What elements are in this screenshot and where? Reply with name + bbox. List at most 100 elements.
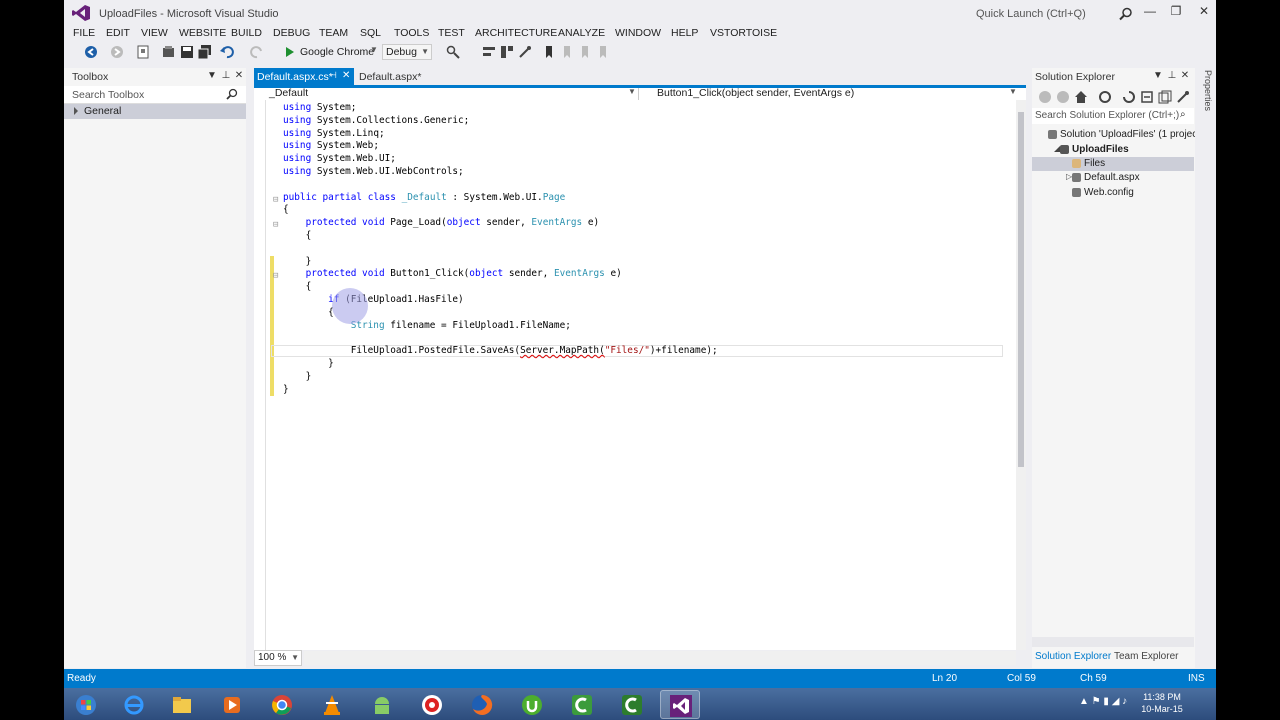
home-icon[interactable] xyxy=(1074,90,1088,104)
find-in-files-icon[interactable] xyxy=(446,45,460,59)
properties-side-tab[interactable]: Properties xyxy=(1203,70,1213,111)
maximize-button[interactable]: ❐ xyxy=(1162,4,1190,20)
menu-build[interactable]: BUILD xyxy=(231,27,262,39)
taskbar-media-player[interactable] xyxy=(212,690,252,719)
collapse-icon[interactable]: ⊟ xyxy=(273,271,278,281)
taskbar-recorder[interactable] xyxy=(412,690,452,719)
tree-item[interactable]: ▷ Default.aspx xyxy=(1032,171,1194,185)
undo-icon[interactable] xyxy=(220,45,234,59)
tree-item[interactable]: ◢ UploadFiles xyxy=(1032,143,1194,157)
code-editor[interactable]: ⊟ ⊟ ⊟ using System; using System.Collect… xyxy=(254,100,1019,650)
prev-bookmark-icon[interactable] xyxy=(560,45,574,59)
taskbar-clock[interactable]: 11:38 PM 10-Mar-15 xyxy=(1134,691,1190,715)
taskbar-vlc[interactable] xyxy=(312,690,352,719)
start-button[interactable] xyxy=(66,690,106,719)
collapse-icon[interactable]: ⊟ xyxy=(273,195,278,205)
menu-help[interactable]: HELP xyxy=(671,27,698,39)
quick-launch-input[interactable]: Quick Launch (Ctrl+Q) xyxy=(969,3,1139,23)
right-letterbox xyxy=(1216,0,1280,720)
menu-vstortoise[interactable]: VSTORTOISE xyxy=(710,27,777,39)
tree-item[interactable]: Web.config xyxy=(1032,186,1194,200)
collapse-all-icon[interactable] xyxy=(1140,90,1154,104)
sync-icon[interactable] xyxy=(1098,90,1112,104)
layout-icon[interactable] xyxy=(500,45,514,59)
horizontal-scrollbar[interactable] xyxy=(304,651,1016,665)
zoom-select[interactable]: 100 % ▼ xyxy=(254,650,302,666)
clear-bookmarks-icon[interactable] xyxy=(596,45,610,59)
close-tab-icon[interactable]: ✕ xyxy=(342,70,350,81)
member-dropdown[interactable]: Button1_Click(object sender, EventArgs e… xyxy=(657,87,854,99)
status-insert-mode: INS xyxy=(1188,673,1205,684)
save-icon[interactable] xyxy=(180,45,194,59)
menu-sql[interactable]: SQL xyxy=(360,27,381,39)
tab-team-explorer[interactable]: Team Explorer xyxy=(1114,651,1178,662)
align-icon[interactable] xyxy=(482,45,496,59)
toolbox-group-general[interactable]: General xyxy=(64,104,246,119)
taskbar-camtasia[interactable] xyxy=(562,690,602,719)
solution-configuration-select[interactable]: Debug ▼ xyxy=(382,44,432,60)
forward-icon[interactable] xyxy=(1056,90,1070,104)
system-tray-icons[interactable]: ▲ ⚑ ▮ ◢ ♪ xyxy=(1079,696,1127,707)
close-icon[interactable]: ✕ xyxy=(1179,70,1191,81)
code-text[interactable]: using System; using System.Collections.G… xyxy=(283,102,718,396)
utorrent-icon xyxy=(522,695,542,715)
back-icon[interactable] xyxy=(84,45,98,59)
close-icon[interactable]: ✕ xyxy=(233,70,245,81)
class-dropdown[interactable]: _Default ▼ xyxy=(254,87,639,100)
start-debugging-button[interactable]: Google Chrome ▼ xyxy=(284,45,378,60)
new-project-icon[interactable] xyxy=(136,45,150,59)
tab-default-aspx[interactable]: Default.aspx* xyxy=(354,68,434,85)
tab-label: Default.aspx.cs* xyxy=(257,71,333,83)
pin-icon[interactable]: ⊥ xyxy=(220,70,232,81)
dropdown-icon[interactable]: ▼ xyxy=(1152,70,1164,81)
taskbar-chrome[interactable] xyxy=(262,690,302,719)
menu-view[interactable]: VIEW xyxy=(141,27,168,39)
menu-tools[interactable]: TOOLS xyxy=(394,27,429,39)
tools-icon[interactable] xyxy=(518,45,532,59)
show-all-files-icon[interactable] xyxy=(1158,90,1172,104)
tree-item[interactable]: Solution 'UploadFiles' (1 project) xyxy=(1032,128,1203,142)
taskbar-android[interactable] xyxy=(362,690,402,719)
menu-test[interactable]: TEST xyxy=(438,27,465,39)
toolbox-search-input[interactable]: Search Toolbox xyxy=(64,86,246,104)
menu-file[interactable]: FILE xyxy=(73,27,95,39)
collapse-icon[interactable]: ⊟ xyxy=(273,220,278,230)
taskbar-utorrent[interactable] xyxy=(512,690,552,719)
taskbar-internet-explorer[interactable] xyxy=(114,690,154,719)
taskbar-file-explorer[interactable] xyxy=(162,690,202,719)
minimize-button[interactable]: — xyxy=(1136,4,1164,20)
menu-architecture[interactable]: ARCHITECTURE xyxy=(475,27,557,39)
forward-icon[interactable] xyxy=(110,45,124,59)
tree-item[interactable]: Files xyxy=(1032,157,1194,171)
scrollbar-thumb[interactable] xyxy=(1018,112,1024,467)
menu-window[interactable]: WINDOW xyxy=(615,27,661,39)
horizontal-scrollbar[interactable] xyxy=(1032,637,1194,647)
pin-icon[interactable]: ⊥ xyxy=(1166,70,1178,81)
windows-start-icon xyxy=(76,695,96,715)
menu-debug[interactable]: DEBUG xyxy=(273,27,310,39)
solution-explorer-search-input[interactable]: Search Solution Explorer (Ctrl+;) ⌕ xyxy=(1032,108,1194,124)
tab-default-aspx-cs[interactable]: Default.aspx.cs* ⊣ ✕ xyxy=(254,68,354,85)
back-icon[interactable] xyxy=(1038,90,1052,104)
save-all-icon[interactable] xyxy=(198,45,212,59)
taskbar-camtasia-recorder[interactable] xyxy=(612,690,652,719)
menu-analyze[interactable]: ANALYZE xyxy=(558,27,605,39)
menu-edit[interactable]: EDIT xyxy=(106,27,130,39)
refresh-icon[interactable] xyxy=(1122,90,1136,104)
taskbar-visual-studio[interactable] xyxy=(660,690,700,719)
vertical-scrollbar[interactable] xyxy=(1016,100,1026,650)
menu-team[interactable]: TEAM xyxy=(319,27,348,39)
bookmark-icon[interactable] xyxy=(542,45,556,59)
taskbar-firefox[interactable] xyxy=(462,690,502,719)
open-file-icon[interactable] xyxy=(162,45,176,59)
menu-website[interactable]: WEBSITE xyxy=(179,27,226,39)
properties-icon[interactable] xyxy=(1176,90,1190,104)
toolbox-search-placeholder: Search Toolbox xyxy=(72,89,145,101)
close-window-button[interactable]: ✕ xyxy=(1190,4,1216,20)
dropdown-icon[interactable]: ▼ xyxy=(206,70,218,81)
tab-solution-explorer[interactable]: Solution Explorer xyxy=(1035,651,1111,662)
status-bar: Ready Ln 20 Col 59 Ch 59 INS xyxy=(64,669,1216,688)
redo-icon[interactable] xyxy=(250,45,264,59)
pin-icon[interactable]: ⊣ xyxy=(329,70,337,81)
next-bookmark-icon[interactable] xyxy=(578,45,592,59)
